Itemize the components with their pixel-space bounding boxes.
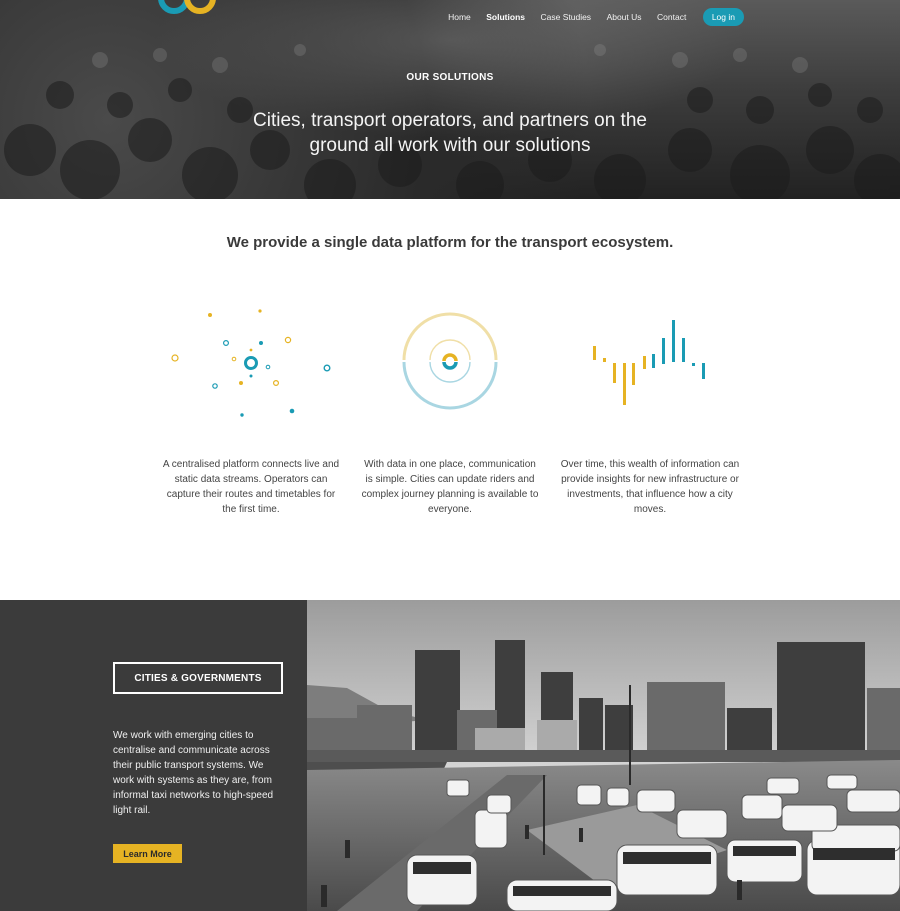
hero-title: Cities, transport operators, and partner… [253,110,647,156]
feature-text-2: With data in one place, communication is… [361,459,539,515]
feature-illustration-2 [360,300,540,420]
insights-bars-icon [593,320,705,405]
nav-solutions[interactable]: Solutions [486,12,525,22]
data-streams-icon [171,309,331,417]
cities-governments-badge: CITIES & GOVERNMENTS [113,662,283,694]
nav-about-us[interactable]: About Us [607,12,642,22]
feature-illustration-1 [161,300,341,420]
platform-heading: We provide a single data platform for th… [226,234,674,251]
cities-description: We work with emerging cities to centrali… [113,730,274,816]
feature-text-3: Over time, this wealth of information ca… [560,459,740,515]
hero-eyebrow: OUR SOLUTIONS [406,72,494,83]
feature-illustration-3 [560,300,740,420]
nav-home[interactable]: Home [448,12,471,22]
brand-logo[interactable] [156,0,220,18]
city-taxi-rank-image [307,600,900,911]
nav-contact[interactable]: Contact [657,12,686,22]
hero-banner: Home Solutions Case Studies About Us Con… [0,0,900,199]
main-nav: Home Solutions Case Studies About Us Con… [448,0,900,34]
login-button[interactable]: Log in [702,8,744,26]
feature-text-1: A centralised platform connects live and… [162,459,340,515]
communication-rings-icon [402,312,498,410]
learn-more-button[interactable]: Learn More [113,844,182,863]
nav-case-studies[interactable]: Case Studies [541,12,592,22]
